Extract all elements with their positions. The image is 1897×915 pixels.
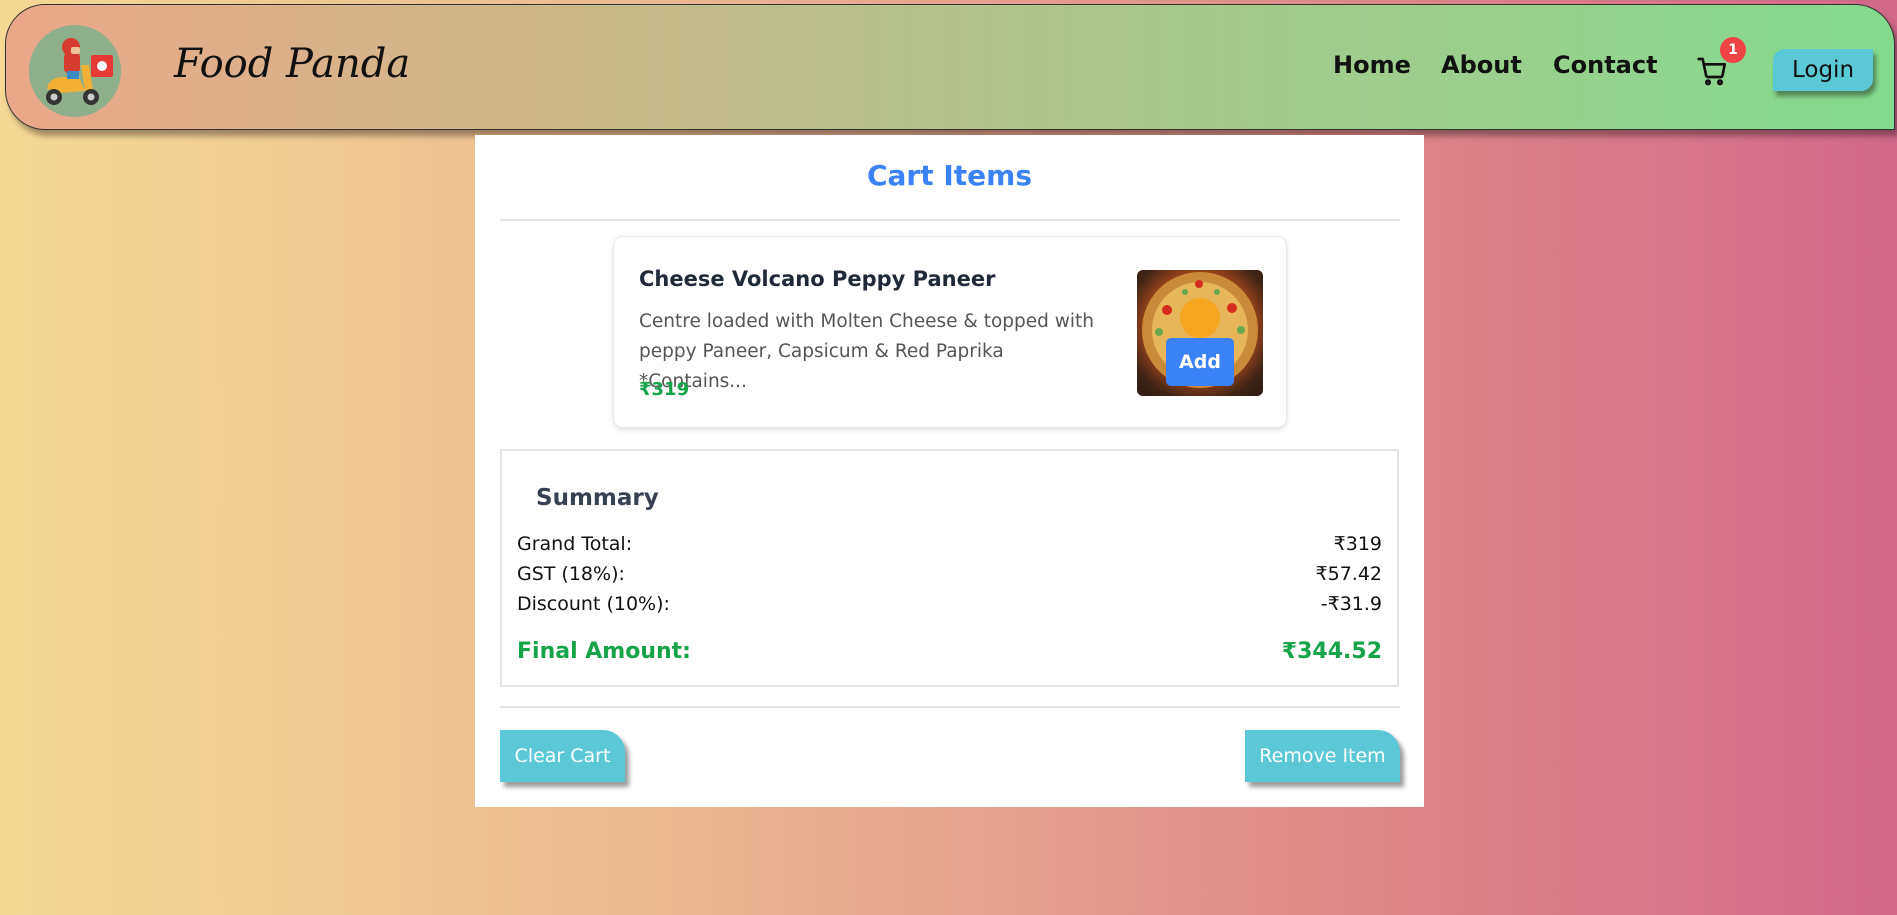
shopping-cart-icon[interactable] <box>1696 55 1728 87</box>
grand-total-label: Grand Total: <box>517 533 633 555</box>
gst-value: ₹57.42 <box>1315 563 1382 585</box>
summary-row-gst: GST (18%): ₹57.42 <box>517 563 1382 585</box>
divider <box>500 706 1400 708</box>
summary-row-discount: Discount (10%): -₹31.9 <box>517 593 1382 615</box>
discount-label: Discount (10%): <box>517 593 670 615</box>
item-description: Centre loaded with Molten Cheese & toppe… <box>639 311 1095 392</box>
cart-panel: Cart Items Cheese Volcano Peppy Paneer C… <box>475 135 1424 807</box>
summary-title: Summary <box>536 485 659 511</box>
final-amount-value: ₹344.52 <box>1281 639 1382 664</box>
add-button[interactable]: Add <box>1166 338 1234 386</box>
nav-link-home[interactable]: Home <box>1333 51 1411 79</box>
item-price: ₹319 <box>639 379 690 400</box>
gst-label: GST (18%): <box>517 563 625 585</box>
cart-item-card: Cheese Volcano Peppy Paneer Centre loade… <box>613 236 1287 428</box>
divider <box>500 219 1400 221</box>
cart-count-badge: 1 <box>1720 37 1746 63</box>
item-name: Cheese Volcano Peppy Paneer <box>639 267 996 291</box>
pizza-image: Add <box>1137 270 1263 396</box>
nav-link-about[interactable]: About <box>1441 51 1522 79</box>
logo[interactable] <box>29 25 121 117</box>
scooter-delivery-icon <box>29 25 121 117</box>
nav-link-contact[interactable]: Contact <box>1553 51 1658 79</box>
remove-item-button[interactable]: Remove Item <box>1245 730 1400 782</box>
grand-total-value: ₹319 <box>1333 533 1382 555</box>
navbar: Food Panda Home About Contact 1 Login <box>5 4 1895 130</box>
summary-box: Summary Grand Total: ₹319 GST (18%): ₹57… <box>500 449 1399 687</box>
final-amount-label: Final Amount: <box>517 639 691 664</box>
clear-cart-button[interactable]: Clear Cart <box>500 730 625 782</box>
discount-value: -₹31.9 <box>1320 593 1382 615</box>
login-button[interactable]: Login <box>1773 49 1873 91</box>
summary-row-final: Final Amount: ₹344.52 <box>517 639 1382 664</box>
page-title: Cart Items <box>866 159 1033 192</box>
brand-name: Food Panda <box>174 41 411 87</box>
summary-row-grand-total: Grand Total: ₹319 <box>517 533 1382 555</box>
